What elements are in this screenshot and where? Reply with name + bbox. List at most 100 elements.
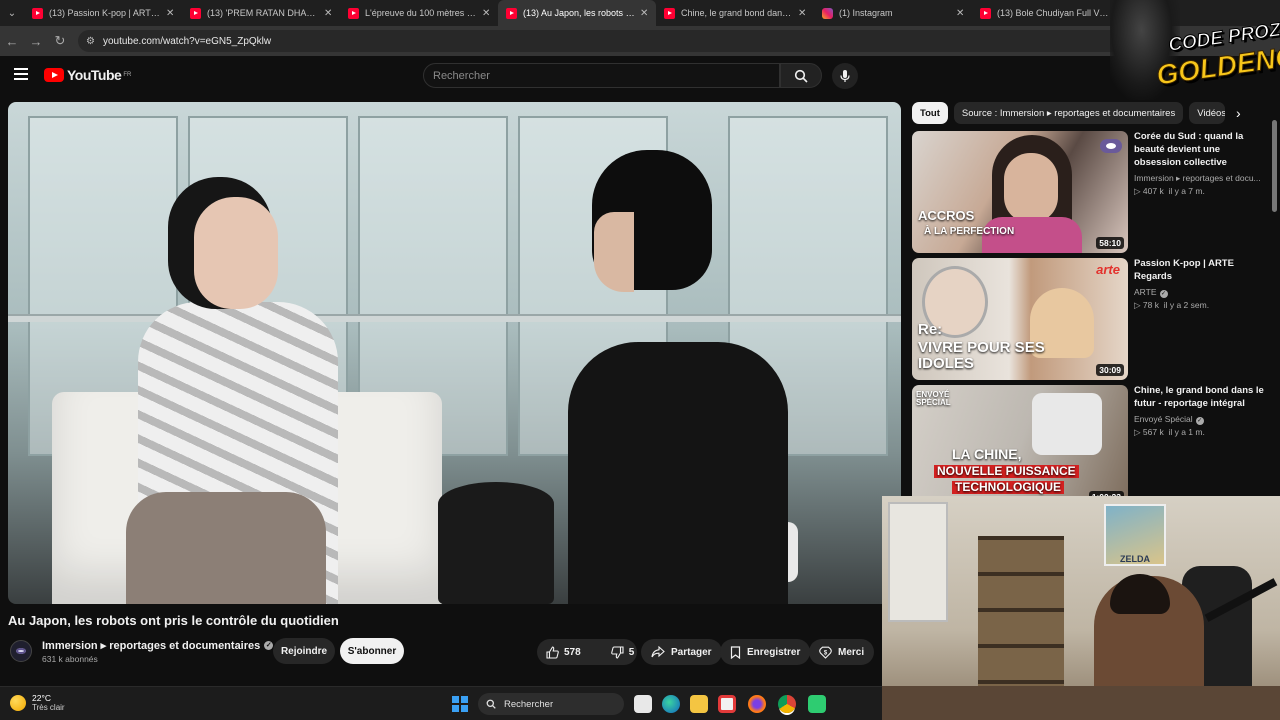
recommended-meta: ▷ 407 k il y a 7 m.: [1134, 186, 1205, 197]
firefox-icon[interactable]: [748, 695, 766, 713]
recommended-video-title[interactable]: Chine, le grand bond dans le futur - rep…: [1134, 385, 1264, 411]
eye-logo-icon: [16, 648, 26, 654]
channel-avatar[interactable]: [10, 640, 32, 662]
webcam-desk: [882, 686, 1280, 720]
youtube-icon: [506, 7, 517, 19]
close-tab-icon[interactable]: ✕: [482, 8, 492, 19]
close-tab-icon[interactable]: ✕: [956, 8, 966, 19]
tab-title: (13) Bole Chudiyan Full Video: [997, 8, 1110, 18]
scrollbar-thumb[interactable]: [1272, 120, 1277, 212]
youtube-icon: [664, 7, 675, 19]
subscribe-button[interactable]: S'abonner: [340, 638, 404, 664]
url-text: youtube.com/watch?v=eGN5_ZpQklw: [102, 35, 272, 47]
thumbnail-overlay-line: ACCROS: [918, 208, 975, 223]
browser-tab[interactable]: (13) Passion K-pop | ARTE Rega ✕: [24, 0, 182, 26]
task-view-icon[interactable]: [634, 695, 652, 713]
windows-start-icon[interactable]: [452, 696, 468, 712]
weather-text: 22°C Très clair: [32, 693, 65, 712]
close-tab-icon[interactable]: ✕: [324, 8, 334, 19]
close-tab-icon[interactable]: ✕: [166, 8, 176, 19]
youtube-wordmark: YouTube: [67, 67, 122, 83]
weather-widget[interactable]: 22°C Très clair: [10, 693, 65, 712]
reload-icon[interactable]: ↻: [48, 33, 72, 49]
instagram-icon: [822, 7, 833, 19]
recommended-meta: ▷ 567 k il y a 1 m.: [1134, 427, 1205, 438]
search-icon: [486, 699, 496, 709]
browser-tab[interactable]: (13) Bole Chudiyan Full Video✕: [972, 0, 1130, 26]
chip-all[interactable]: Tout: [912, 102, 948, 124]
channel-text: ARTE: [1134, 287, 1157, 297]
video-title: Au Japon, les robots ont pris le contrôl…: [8, 613, 339, 628]
close-tab-icon[interactable]: ✕: [640, 8, 650, 19]
thumbnail-overlay-line: À LA PERFECTION: [924, 226, 1015, 237]
address-bar[interactable]: ⚙ youtube.com/watch?v=eGN5_ZpQklw: [78, 30, 1178, 52]
save-button[interactable]: Enregistrer: [720, 639, 811, 665]
recommended-video[interactable]: ENVOYÉ SPÉCIAL LA CHINE, NOUVELLE PUISSA…: [912, 385, 1272, 507]
recommended-channel[interactable]: Immersion ▸ reportages et docu...: [1134, 173, 1264, 184]
black-side-table: [438, 482, 554, 604]
presenter-figure: [568, 342, 788, 604]
channel-name[interactable]: Immersion ▸ reportages et documentaires ✓: [42, 639, 274, 652]
super-thanks-icon: $: [819, 646, 832, 659]
taskbar-search-label: Rechercher: [504, 698, 554, 710]
video-thumbnail[interactable]: ENVOYÉ SPÉCIAL LA CHINE, NOUVELLE PUISSA…: [912, 385, 1128, 507]
file-explorer-icon[interactable]: [690, 695, 708, 713]
browser-tab[interactable]: L'épreuve du 100 mètres | Doc ✕: [340, 0, 498, 26]
browser-tab-strip: ⌄ (13) Passion K-pop | ARTE Rega ✕ (13) '…: [0, 0, 1280, 26]
youtube-logo[interactable]: YouTube FR: [44, 67, 131, 83]
edge-browser-icon[interactable]: [662, 695, 680, 713]
like-dislike-group: 578 5: [537, 639, 637, 665]
video-thumbnail[interactable]: ACCROS À LA PERFECTION 58:10: [912, 131, 1128, 253]
chrome-icon[interactable]: [778, 695, 796, 713]
thumbnail-overlay-line: TECHNOLOGIQUE: [952, 481, 1065, 494]
like-button[interactable]: 578: [537, 639, 590, 665]
chevron-right-icon[interactable]: ›: [1236, 105, 1241, 121]
browser-tab[interactable]: (1) Instagram ✕: [814, 0, 972, 26]
youtube-icon: [348, 7, 359, 19]
temperature: 22°C: [32, 693, 51, 703]
obs-app-icon[interactable]: [808, 695, 826, 713]
search-input[interactable]: [423, 63, 780, 88]
close-tab-icon[interactable]: ✕: [798, 8, 808, 19]
recommended-video[interactable]: ACCROS À LA PERFECTION 58:10 Corée du Su…: [912, 131, 1272, 253]
recommended-video-title[interactable]: Passion K-pop | ARTE Regards: [1134, 258, 1264, 284]
recommended-channel[interactable]: Envoyé Spécial ✓: [1134, 414, 1264, 425]
join-button[interactable]: Rejoindre: [273, 638, 335, 664]
youtube-header: YouTube FR: [0, 56, 1280, 96]
streamer-webcam: ZELDA: [882, 496, 1280, 720]
taskbar-search[interactable]: Rechercher: [478, 693, 624, 715]
site-info-icon[interactable]: ⚙: [86, 36, 95, 47]
dislike-button[interactable]: 5: [602, 639, 644, 665]
video-thumbnail[interactable]: arte Re: VIVRE POUR SES IDOLES 30:09: [912, 258, 1128, 380]
thumbs-down-icon: [610, 645, 624, 659]
browser-tab[interactable]: Chine, le grand bond dans le fu ✕: [656, 0, 814, 26]
tab-title: (13) 'PREM RATAN DHAN PAYO: [207, 8, 320, 18]
android-head: [194, 197, 278, 309]
tab-search-menu-icon[interactable]: ⌄: [0, 0, 24, 26]
tab-title: L'épreuve du 100 mètres | Doc: [365, 8, 478, 18]
search-button[interactable]: [780, 63, 822, 88]
recommended-channel[interactable]: ARTE ✓: [1134, 287, 1264, 298]
subscriber-count: 631 k abonnés: [42, 654, 98, 664]
browser-tab-active[interactable]: (13) Au Japon, les robots ont p ✕: [498, 0, 656, 26]
voice-search-button[interactable]: [832, 63, 858, 89]
microsoft-store-icon[interactable]: [718, 695, 736, 713]
share-button[interactable]: Partager: [641, 639, 722, 665]
browser-tab[interactable]: (13) 'PREM RATAN DHAN PAYO ✕: [182, 0, 340, 26]
thumbnail-overlay-line: Re:: [918, 321, 943, 338]
region-code: FR: [123, 72, 132, 78]
view-count: ▷ 407 k: [1134, 186, 1164, 196]
filter-chips: Tout Source : Immersion ▸ reportages et …: [912, 102, 1226, 124]
windows-taskbar: 22°C Très clair Rechercher: [0, 686, 882, 720]
chip-source-channel[interactable]: Source : Immersion ▸ reportages et docum…: [953, 102, 1184, 124]
forward-icon[interactable]: →: [24, 34, 48, 49]
chip-videos[interactable]: Vidéos: [1189, 102, 1226, 124]
recommended-meta: ▷ 78 k il y a 2 sem.: [1134, 300, 1209, 311]
menu-icon[interactable]: [14, 68, 28, 80]
view-count: ▷ 78 k: [1134, 300, 1159, 310]
video-player[interactable]: [8, 102, 901, 604]
recommended-video[interactable]: arte Re: VIVRE POUR SES IDOLES 30:09 Pas…: [912, 258, 1272, 380]
back-icon[interactable]: ←: [0, 34, 24, 49]
thanks-button[interactable]: $ Merci: [809, 639, 875, 665]
recommended-video-title[interactable]: Corée du Sud : quand la beauté devient u…: [1134, 131, 1264, 169]
